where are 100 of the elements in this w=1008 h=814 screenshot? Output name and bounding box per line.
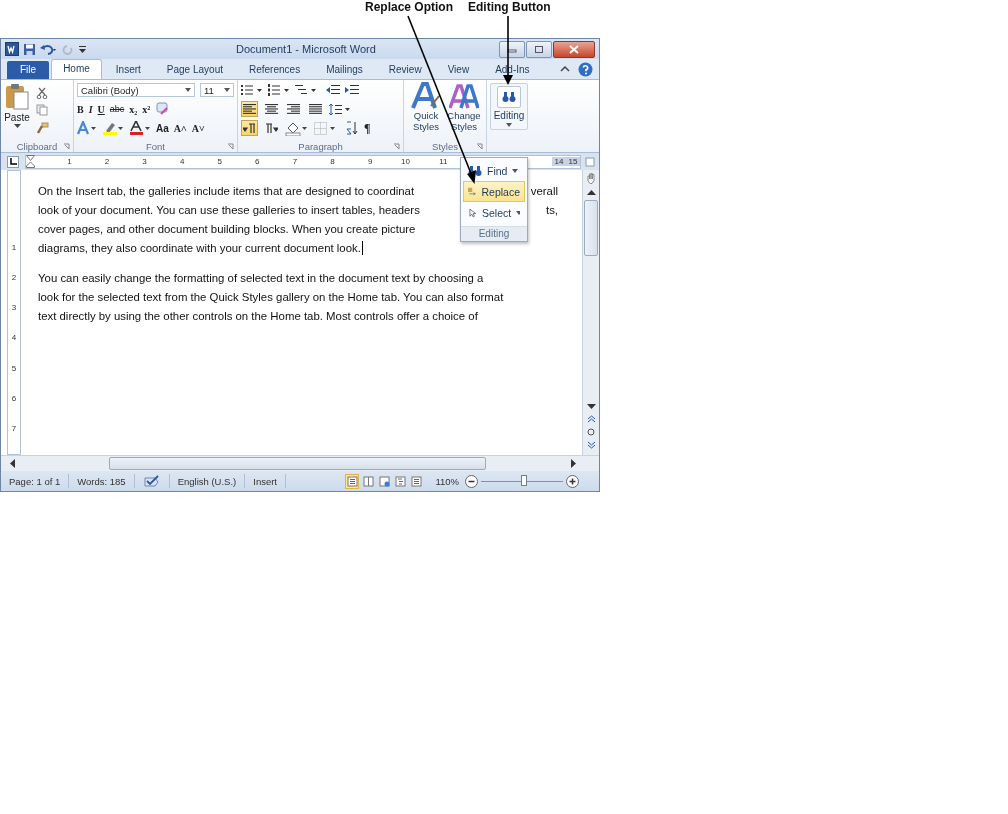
dialog-launcher-icon[interactable] [227, 142, 234, 150]
reading-layout-button[interactable] [361, 473, 376, 489]
highlighter-icon[interactable] [102, 120, 124, 136]
clear-formatting-icon[interactable] [155, 102, 171, 116]
align-left-button[interactable] [241, 101, 258, 117]
scroll-left-icon[interactable] [9, 459, 15, 468]
ribbon-tab[interactable]: Review [376, 60, 434, 79]
ribbon-tab[interactable]: Page Layout [154, 60, 235, 79]
scroll-right-icon[interactable] [571, 459, 577, 468]
change-case-button[interactable]: Aa [156, 122, 169, 134]
font-color-icon[interactable] [129, 120, 151, 136]
format-button[interactable]: x² [142, 103, 151, 115]
ribbon-tab[interactable]: Home [51, 59, 102, 79]
word-count[interactable]: Words: 185 [69, 474, 135, 488]
window-title: Document1 - Microsoft Word [235, 43, 377, 55]
tab-selector-button[interactable] [7, 155, 19, 168]
bullets-icon[interactable] [241, 83, 263, 97]
format-button[interactable]: B [77, 103, 84, 115]
minimize-button[interactable] [499, 40, 525, 58]
web-layout-button[interactable] [377, 473, 392, 489]
change-styles-icon [449, 82, 479, 110]
font-name-field[interactable]: Calibri (Body) [77, 83, 195, 97]
undo-icon[interactable] [40, 42, 58, 56]
decrease-indent-icon[interactable] [326, 83, 340, 97]
numbering-icon[interactable] [268, 83, 290, 97]
browse-object-icon[interactable] [587, 428, 595, 436]
align-justify-button[interactable] [307, 101, 324, 117]
shading-icon[interactable] [285, 120, 309, 136]
scroll-up-icon[interactable] [586, 189, 596, 195]
editing-button[interactable]: Editing [490, 83, 528, 130]
align-right-button[interactable] [285, 101, 302, 117]
cut-icon[interactable] [36, 86, 48, 99]
show-formatting-button[interactable]: ¶ [364, 120, 371, 136]
borders-icon[interactable] [314, 121, 336, 135]
dialog-launcher-icon[interactable] [393, 142, 400, 150]
multilevel-list-icon[interactable] [295, 83, 317, 97]
quick-styles-button[interactable]: Quick Styles [409, 82, 443, 140]
pan-icon[interactable] [585, 172, 597, 184]
text-effects-icon[interactable] [77, 121, 97, 135]
caret-icon [516, 210, 520, 215]
file-tab[interactable]: File [7, 61, 50, 79]
vertical-scrollbar[interactable] [582, 170, 599, 455]
quick-styles-icon [411, 82, 441, 110]
clipboard-icon [4, 83, 30, 111]
ribbon-tab[interactable]: View [435, 60, 482, 79]
alignment-icon [287, 103, 300, 115]
shrink-font-button[interactable]: A˅ [191, 122, 205, 134]
paste-button[interactable]: Paste [4, 82, 30, 140]
document-text: text directly by using the other controls on the Home tab. Most controls offer a choice of [38, 309, 478, 322]
binoculars-icon [502, 91, 516, 103]
save-icon[interactable] [23, 42, 36, 56]
ribbon-tab[interactable]: Insert [103, 60, 153, 79]
grow-font-button[interactable]: A˄ [173, 122, 187, 134]
maximize-button[interactable] [526, 40, 552, 58]
indent-marker-icon[interactable] [26, 154, 35, 168]
sort-icon[interactable] [345, 121, 359, 135]
ribbon-tab[interactable]: Mailings [314, 60, 375, 79]
dialog-launcher-icon[interactable] [476, 142, 483, 150]
proofing-icon[interactable] [142, 474, 161, 488]
language-indicator[interactable]: English (U.S.) [169, 474, 246, 488]
minimize-ribbon-icon[interactable] [560, 65, 570, 73]
right-to-left-button[interactable] [263, 120, 280, 136]
format-button[interactable]: abc [109, 104, 125, 114]
zoom-out-icon[interactable] [465, 474, 478, 488]
text-direction-icon [265, 122, 278, 134]
outline-button[interactable] [393, 473, 408, 489]
dialog-launcher-icon[interactable] [63, 142, 70, 150]
help-icon[interactable] [578, 61, 593, 77]
close-button[interactable] [553, 40, 595, 58]
document-text: diagrams, they also coordinate with your current document look. [38, 241, 361, 254]
format-button[interactable]: U [97, 103, 105, 115]
select-menu-item[interactable]: Select [463, 202, 525, 223]
font-size-field[interactable]: 11 [200, 83, 234, 97]
draft-button[interactable] [409, 473, 424, 489]
insert-mode-indicator[interactable]: Insert [245, 474, 286, 488]
replace-menu-item[interactable]: Replace [463, 181, 525, 202]
zoom-level[interactable]: 110% [435, 475, 459, 487]
zoom-slider-thumb[interactable] [520, 475, 527, 486]
line-spacing-icon[interactable] [329, 102, 351, 116]
alignment-icon [265, 103, 278, 115]
format-button[interactable]: I [88, 103, 93, 115]
scroll-down-icon[interactable] [586, 404, 596, 410]
next-page-icon[interactable] [587, 441, 595, 449]
scroll-thumb[interactable] [108, 457, 487, 470]
word-logo-icon[interactable] [5, 42, 19, 56]
ribbon-tab[interactable]: References [237, 60, 313, 79]
format-button[interactable]: x₂ [129, 103, 138, 115]
group-label: Font [146, 140, 165, 152]
scroll-thumb[interactable] [584, 200, 598, 256]
page-count[interactable]: Page: 1 of 1 [1, 474, 70, 488]
group-label: Paragraph [298, 140, 343, 152]
increase-indent-icon[interactable] [345, 83, 359, 97]
annotation-label: Editing Button [468, 0, 551, 14]
horizontal-scrollbar[interactable] [1, 455, 599, 471]
format-painter-icon[interactable] [36, 122, 49, 136]
left-to-right-button[interactable] [241, 120, 258, 136]
print-layout-button[interactable] [345, 473, 360, 489]
zoom-in-icon[interactable] [566, 474, 579, 488]
align-center-button[interactable] [263, 101, 280, 117]
previous-page-icon[interactable] [587, 415, 595, 423]
